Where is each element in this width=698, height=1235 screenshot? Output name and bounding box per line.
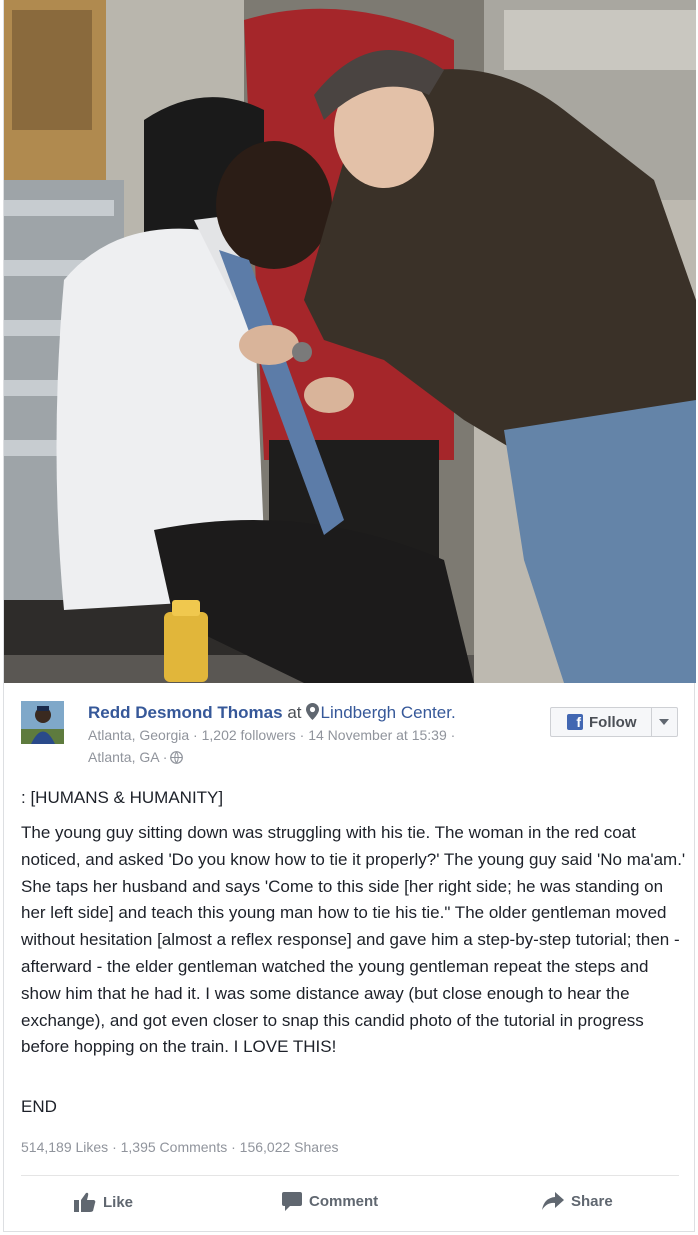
- follow-separator: [651, 708, 652, 736]
- post-end-text: END: [21, 1097, 57, 1116]
- post-tagline: : [HUMANS & HUMANITY]: [21, 788, 224, 807]
- engagement-stats[interactable]: 514,189 Likes · 1,395 Comments · 156,022…: [21, 1139, 339, 1155]
- chevron-down-icon[interactable]: [659, 719, 669, 725]
- facebook-post-card: Redd Desmond Thomas at Lindbergh Center. …: [3, 0, 696, 1232]
- comment-label: Comment: [309, 1193, 379, 1210]
- like-label: Like: [103, 1193, 134, 1211]
- share-label: Share: [571, 1192, 613, 1210]
- follow-button[interactable]: f Follow: [550, 707, 678, 737]
- author-name-link[interactable]: Redd Desmond Thomas: [88, 703, 283, 722]
- author-avatar[interactable]: [21, 701, 64, 744]
- share-button[interactable]: Share: [542, 1192, 613, 1210]
- author-line: Redd Desmond Thomas at Lindbergh Center.: [88, 703, 456, 723]
- avatar-image: [21, 701, 64, 744]
- post-actions-bar: Like Comment Share: [4, 1176, 694, 1230]
- location-link[interactable]: Lindbergh Center.: [321, 703, 456, 722]
- at-text: at: [287, 703, 302, 722]
- subway-tie-photo: [4, 0, 696, 683]
- post-meta-line1: Atlanta, Georgia · 1,202 followers · 14 …: [88, 727, 456, 743]
- thumbs-up-icon: [74, 1192, 96, 1212]
- post-header: Redd Desmond Thomas at Lindbergh Center. …: [4, 683, 694, 778]
- post-body-text: The young guy sitting down was strugglin…: [21, 823, 686, 1057]
- share-arrow-icon: [542, 1192, 564, 1210]
- comment-button[interactable]: Comment: [282, 1192, 378, 1211]
- post-meta-line2: Atlanta, GA ·: [88, 749, 184, 765]
- comment-icon: [282, 1192, 302, 1211]
- location-pin-icon: [305, 703, 319, 720]
- follow-label: Follow: [589, 713, 637, 731]
- globe-icon: [170, 751, 184, 764]
- like-button[interactable]: Like: [74, 1192, 133, 1212]
- facebook-f-icon: f: [567, 714, 583, 730]
- post-photo[interactable]: [4, 0, 696, 683]
- post-meta-line2-text: Atlanta, GA ·: [88, 749, 168, 765]
